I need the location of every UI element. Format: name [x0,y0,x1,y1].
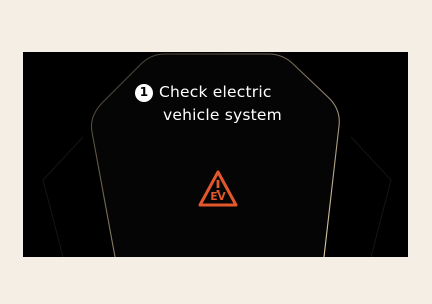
ev-warning-label: EV [210,191,226,203]
warning-number-badge: 1 [135,83,153,102]
warning-message: 1 Check electric vehicle system [135,81,282,127]
warning-title: Check electric [159,83,272,101]
warning-message-line-2: vehicle system [163,106,282,124]
ev-warning-triangle-icon: EV [197,169,239,209]
cluster-display: 1 Check electric vehicle system EV [23,52,408,257]
warning-message-line-1: 1 Check electric [135,81,282,104]
